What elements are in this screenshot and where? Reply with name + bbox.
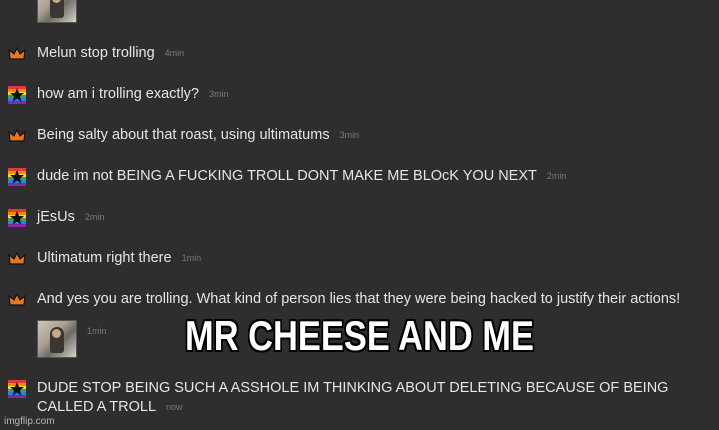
rainbow-star-icon[interactable] [8, 168, 26, 186]
meme-caption: MR CHEESE AND ME [185, 312, 534, 359]
message-text: how am i trolling exactly? [37, 86, 199, 102]
chat-feed: Melun stop trolling 4min how am i trollin… [0, 0, 719, 430]
message-time: 3min [339, 130, 360, 140]
message-time: 2min [84, 212, 105, 222]
message-text: And yes you are trolling. What kind of p… [37, 291, 681, 307]
message-time: now [166, 402, 183, 412]
rainbow-star-icon[interactable] [8, 86, 26, 104]
message-text: jEsUs [37, 209, 75, 225]
message-text: DUDE STOP BEING SUCH A ASSHOLE IM THINKI… [37, 380, 669, 415]
rainbow-star-icon[interactable] [8, 380, 26, 398]
message-time: 2min [546, 171, 567, 181]
message-text: Melun stop trolling [37, 45, 155, 61]
crown-icon[interactable] [8, 250, 26, 268]
crown-icon[interactable] [8, 45, 26, 63]
message-text: Ultimatum right there [37, 250, 172, 266]
message-time: 3min [209, 89, 229, 99]
crown-icon[interactable] [8, 127, 26, 145]
message-time: 4min [164, 48, 185, 58]
crown-icon[interactable] [8, 291, 26, 309]
rainbow-star-icon[interactable] [8, 209, 26, 227]
message-text: Being salty about that roast, using ulti… [37, 127, 330, 143]
message-time: 1min [181, 253, 202, 263]
message-text: dude im not BEING A FUCKING TROLL DONT M… [37, 168, 537, 184]
attached-image[interactable] [37, 0, 77, 23]
watermark: imgflip.com [4, 416, 55, 427]
